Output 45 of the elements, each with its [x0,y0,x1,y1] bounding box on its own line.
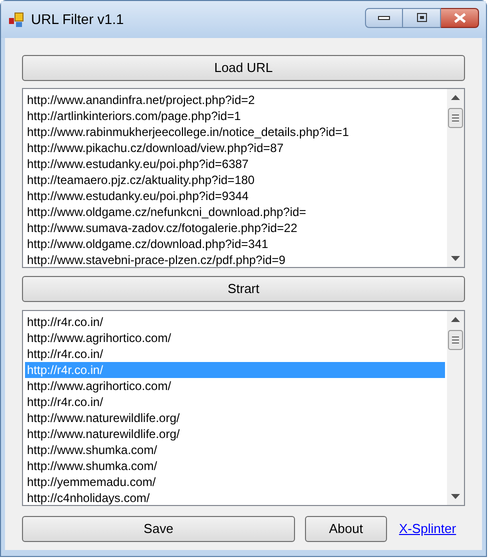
scrollbar[interactable] [447,311,464,505]
list-item[interactable]: http://www.naturewildlife.org/ [25,426,445,442]
scroll-down-icon[interactable] [451,494,460,499]
list-item[interactable]: http://www.sumava-zadov.cz/fotogalerie.php?id=22 [25,220,445,236]
x-splinter-link[interactable]: X-Splinter [399,519,456,539]
url-list[interactable] [22,88,465,268]
minimize-icon [378,16,390,20]
scroll-down-icon[interactable] [451,256,460,261]
about-button[interactable]: About [305,516,387,542]
app-icon [8,12,24,28]
list-item[interactable]: http://r4r.co.in/ [25,394,445,410]
list-item[interactable]: http://teamaero.pjz.cz/aktuality.php?id=180 [25,172,445,188]
list-item[interactable]: http://www.oldgame.cz/download.php?id=341 [25,236,445,252]
scroll-thumb-icon[interactable] [448,108,463,128]
minimize-button[interactable] [365,8,403,28]
close-button[interactable] [441,8,479,28]
scroll-up-icon[interactable] [451,317,460,322]
list-item[interactable]: http://www.anandinfra.net/project.php?id=2 [25,92,445,108]
list-item[interactable]: http://artlinkinteriors.com/page.php?id=1 [25,108,445,124]
list-item[interactable]: http://www.pikachu.cz/download/view.php?id=87 [25,140,445,156]
list-item[interactable]: http://www.agrihortico.com/ [25,378,445,394]
close-icon [454,12,466,22]
list-item[interactable]: http://www.estudanky.eu/poi.php?id=6387 [25,156,445,172]
start-button[interactable]: Strart [22,276,465,302]
list-item[interactable]: http://www.shumka.com/ [25,442,445,458]
list-item[interactable]: http://www.estudanky.eu/poi.php?id=9344 [25,188,445,204]
save-button[interactable]: Save [22,516,295,542]
maximize-button[interactable] [403,8,441,28]
list-item[interactable]: http://r4r.co.in/ [25,346,445,362]
window-title: URL Filter v1.1 [31,10,124,29]
list-item[interactable]: http://www.agrihortico.com/ [25,330,445,346]
scrollbar[interactable] [447,89,464,267]
list-item[interactable]: http://www.rabinmukherjeecollege.in/notice_details.php?id=1 [25,124,445,140]
list-item[interactable]: http://www.oldgame.cz/nefunkcni_download.php?id= [25,204,445,220]
list-item[interactable]: http://www.naturewildlife.org/ [25,410,445,426]
scroll-thumb-icon[interactable] [448,330,463,350]
load-url-button[interactable]: Load URL [22,55,465,81]
list-item[interactable]: http://www.shumka.com/ [25,458,445,474]
url-list[interactable] [22,310,465,506]
maximize-icon [416,13,426,22]
list-item[interactable]: http://r4r.co.in/ [25,314,445,330]
list-item[interactable]: http://yemmemadu.com/ [25,474,445,490]
list-item[interactable]: http://c4nholidays.com/ [25,490,445,505]
scroll-up-icon[interactable] [451,95,460,100]
list-item[interactable]: http://www.stavebni-prace-plzen.cz/pdf.php?id=9 [25,252,445,267]
